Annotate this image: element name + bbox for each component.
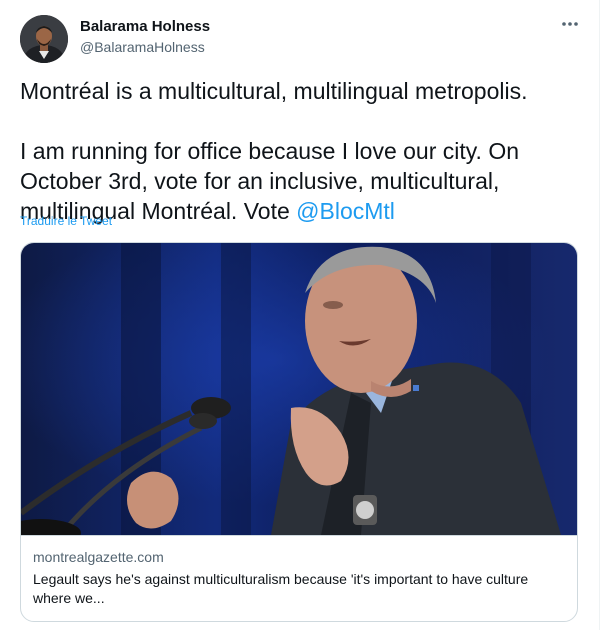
link-card-title: Legault says he's against multiculturali…	[33, 571, 529, 606]
avatar-photo	[20, 15, 68, 63]
tweet-text-line2-body: I am running for office because I love o…	[20, 138, 520, 224]
link-card-meta: montrealgazette.com Legault says he's ag…	[21, 535, 577, 621]
translate-tweet-link[interactable]: Traduire le Tweet	[20, 214, 112, 228]
tweet-container: Balarama Holness @BalaramaHolness Montré…	[0, 0, 600, 630]
tweet-text: Montréal is a multicultural, multilingua…	[20, 76, 585, 226]
link-card[interactable]: montrealgazette.com Legault says he's ag…	[20, 242, 578, 622]
avatar[interactable]	[20, 15, 68, 63]
link-card-image	[21, 243, 577, 535]
link-card-domain: montrealgazette.com	[33, 549, 164, 565]
more-horizontal-icon	[562, 22, 578, 26]
mention-link[interactable]: @BlocMtl	[296, 198, 395, 224]
author-name[interactable]: Balarama Holness	[80, 18, 210, 35]
more-options-button[interactable]	[556, 12, 584, 36]
author-handle[interactable]: @BalaramaHolness	[80, 39, 205, 55]
tweet-text-line2: I am running for office because I love o…	[20, 136, 585, 226]
speaker-photo	[21, 243, 577, 535]
tweet-text-line1: Montréal is a multicultural, multilingua…	[20, 78, 528, 104]
